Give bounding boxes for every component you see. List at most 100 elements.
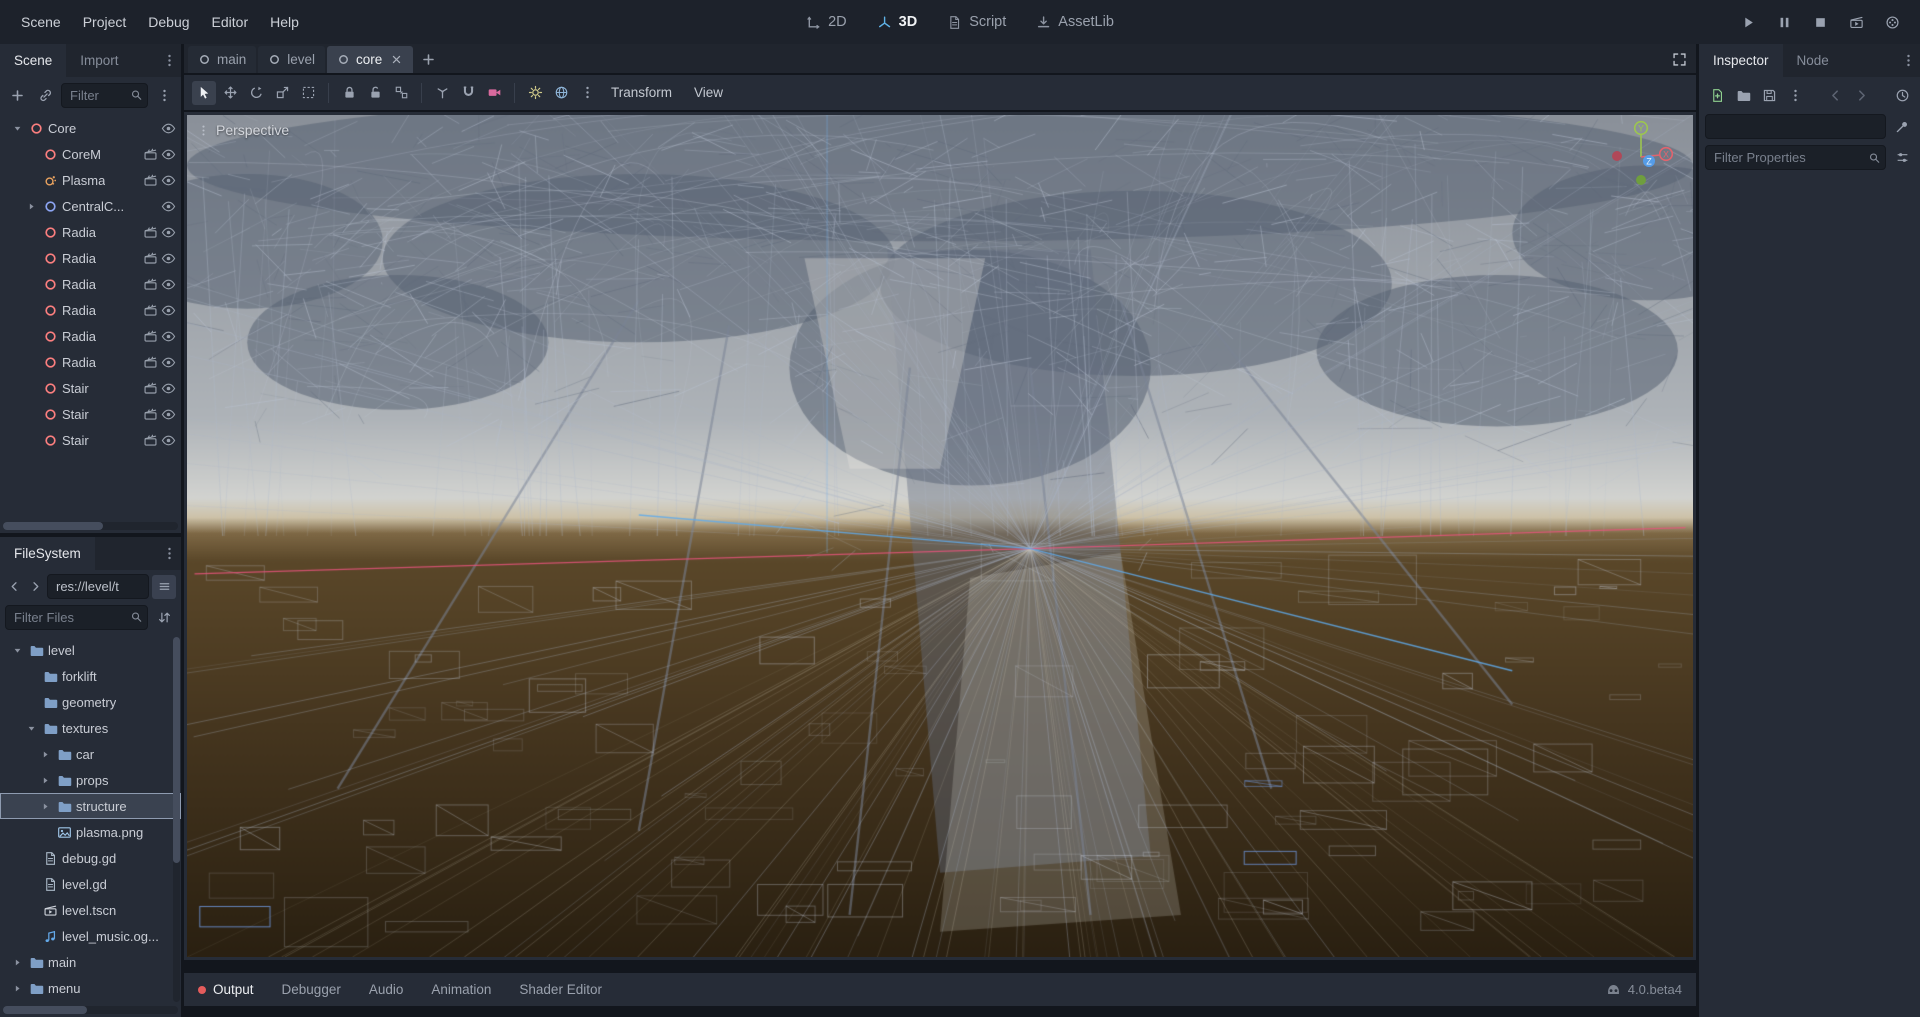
- clapper-badge[interactable]: [143, 173, 158, 188]
- collapse-arrow-icon[interactable]: [24, 723, 38, 734]
- collapse-arrow-icon[interactable]: [10, 123, 24, 134]
- scrollbar-thumb[interactable]: [3, 1006, 87, 1014]
- clapper-badge[interactable]: [143, 329, 158, 344]
- 3d-viewport[interactable]: [187, 115, 1693, 957]
- history-back-button[interactable]: [1823, 83, 1847, 107]
- play-scene-button[interactable]: [1844, 10, 1868, 34]
- preview-environment-toggle[interactable]: [549, 81, 573, 105]
- bottom-tab-debugger[interactable]: Debugger: [282, 982, 341, 997]
- visibility-toggle[interactable]: [161, 199, 176, 214]
- bottom-tab-output[interactable]: Output: [198, 982, 254, 997]
- scene-node-radia[interactable]: Radia: [0, 271, 181, 297]
- extra-options-menu[interactable]: [575, 81, 599, 105]
- move-tool[interactable]: [218, 81, 242, 105]
- menu-help[interactable]: Help: [259, 14, 310, 30]
- movie-maker-button[interactable]: [1880, 10, 1904, 34]
- tab-scene[interactable]: Scene: [0, 44, 66, 77]
- history-forward-button[interactable]: [1849, 83, 1873, 107]
- select-tool[interactable]: [192, 81, 216, 105]
- scene-node-radia[interactable]: Radia: [0, 297, 181, 323]
- preview-sunlight-toggle[interactable]: [523, 81, 547, 105]
- scene-tab-level[interactable]: level: [258, 46, 325, 73]
- fs-forward-button[interactable]: [26, 575, 44, 599]
- visibility-toggle[interactable]: [161, 251, 176, 266]
- fs-item-level-tscn[interactable]: level.tscn: [0, 897, 181, 923]
- visibility-toggle[interactable]: [161, 147, 176, 162]
- fs-current-path[interactable]: res://level/t: [47, 574, 149, 599]
- fs-item-main[interactable]: main: [0, 949, 181, 975]
- scrollbar-thumb[interactable]: [173, 637, 180, 863]
- viewport-menu-view[interactable]: View: [684, 85, 733, 100]
- expand-arrow-icon[interactable]: [10, 957, 24, 968]
- stop-button[interactable]: [1808, 10, 1832, 34]
- clapper-badge[interactable]: [143, 303, 158, 318]
- tab-node[interactable]: Node: [1783, 44, 1843, 77]
- fs-item-textures[interactable]: textures: [0, 715, 181, 741]
- scene-node-centralc[interactable]: CentralC...: [0, 193, 181, 219]
- new-resource-button[interactable]: [1705, 83, 1729, 107]
- scene-node-radia[interactable]: Radia: [0, 245, 181, 271]
- local-space-toggle[interactable]: [430, 81, 454, 105]
- rotate-tool[interactable]: [244, 81, 268, 105]
- scene-node-plasma[interactable]: Plasma: [0, 167, 181, 193]
- lock-button[interactable]: [337, 81, 361, 105]
- expand-arrow-icon[interactable]: [38, 749, 52, 760]
- fs-vertical-scrollbar[interactable]: [173, 637, 180, 1002]
- property-display-options-button[interactable]: [1890, 146, 1914, 170]
- fs-item-level[interactable]: level: [0, 637, 181, 663]
- load-resource-button[interactable]: [1731, 83, 1755, 107]
- fs-item-menu[interactable]: menu: [0, 975, 181, 1001]
- play-button[interactable]: [1736, 10, 1760, 34]
- menu-project[interactable]: Project: [72, 14, 138, 30]
- dots-vertical-icon[interactable]: [158, 44, 181, 77]
- neg-y-axis-handle[interactable]: [1636, 175, 1646, 185]
- distraction-free-button[interactable]: [1666, 46, 1692, 73]
- fs-item-props[interactable]: props: [0, 767, 181, 793]
- resource-options-menu[interactable]: [1783, 83, 1807, 107]
- save-resource-button[interactable]: [1757, 83, 1781, 107]
- collapse-arrow-icon[interactable]: [10, 645, 24, 656]
- scale-tool[interactable]: [270, 81, 294, 105]
- inspector-filter-input[interactable]: [1705, 145, 1886, 170]
- scene-node-radia[interactable]: Radia: [0, 219, 181, 245]
- expand-arrow-icon[interactable]: [38, 801, 52, 812]
- editor-switch-2d[interactable]: 2D: [806, 14, 847, 30]
- add-node-button[interactable]: [5, 83, 29, 107]
- fs-item-level-music-og[interactable]: level_music.og...: [0, 923, 181, 949]
- scene-tree-options-menu[interactable]: [152, 83, 176, 107]
- menu-debug[interactable]: Debug: [137, 14, 200, 30]
- tab-filesystem[interactable]: FileSystem: [0, 537, 95, 570]
- fs-item-forklift[interactable]: forklift: [0, 663, 181, 689]
- scene-node-core[interactable]: Core: [0, 115, 181, 141]
- scene-node-radia[interactable]: Radia: [0, 349, 181, 375]
- fs-sort-button[interactable]: [152, 605, 176, 629]
- bottom-tab-shader-editor[interactable]: Shader Editor: [519, 982, 602, 997]
- tab-inspector[interactable]: Inspector: [1699, 44, 1783, 77]
- clapper-badge[interactable]: [143, 277, 158, 292]
- editor-switch-script[interactable]: Script: [947, 14, 1006, 30]
- resource-name-field[interactable]: [1705, 114, 1886, 139]
- bottom-tab-animation[interactable]: Animation: [431, 982, 491, 997]
- visibility-toggle[interactable]: [161, 225, 176, 240]
- fs-item-structure[interactable]: structure: [0, 793, 181, 819]
- box-select-tool[interactable]: [296, 81, 320, 105]
- scene-tab-main[interactable]: main: [188, 46, 256, 73]
- instance-scene-button[interactable]: [33, 83, 57, 107]
- axis-gizmo[interactable]: Y X Z: [1595, 119, 1687, 191]
- visibility-toggle[interactable]: [161, 355, 176, 370]
- viewport-menu-transform[interactable]: Transform: [601, 85, 682, 100]
- fs-item-debug-gd[interactable]: debug.gd: [0, 845, 181, 871]
- visibility-toggle[interactable]: [161, 407, 176, 422]
- visibility-toggle[interactable]: [161, 121, 176, 136]
- visibility-toggle[interactable]: [161, 381, 176, 396]
- scene-node-stair[interactable]: Stair: [0, 401, 181, 427]
- fs-item-plasma-png[interactable]: plasma.png: [0, 819, 181, 845]
- new-scene-tab-button[interactable]: [415, 46, 441, 73]
- expand-arrow-icon[interactable]: [38, 775, 52, 786]
- close-icon[interactable]: [390, 53, 403, 66]
- fs-item-level-gd[interactable]: level.gd: [0, 871, 181, 897]
- visibility-toggle[interactable]: [161, 329, 176, 344]
- preview-camera-toggle[interactable]: [482, 81, 506, 105]
- dots-vertical-icon[interactable]: [1897, 44, 1920, 77]
- history-button[interactable]: [1890, 83, 1914, 107]
